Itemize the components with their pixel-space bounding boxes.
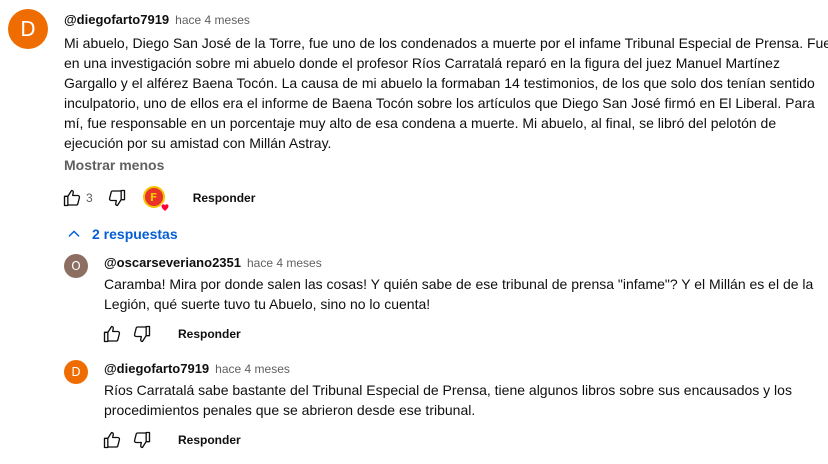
reply-actions: Responder <box>100 428 241 452</box>
reply-header: @diegofarto7919 hace 4 meses <box>104 361 290 376</box>
dislike-button[interactable] <box>130 322 154 346</box>
comment-header: @diegofarto7919 hace 4 meses <box>64 12 250 27</box>
reply-text: Ríos Carratalá sabe bastante del Tribuna… <box>104 380 824 420</box>
avatar[interactable]: D <box>8 9 48 49</box>
author-handle[interactable]: @diegofarto7919 <box>104 361 209 376</box>
reply-line: procedimientos penales que se abrieron d… <box>104 402 476 418</box>
comment-line: Mi abuelo, Diego San José de la Torre, f… <box>64 35 828 51</box>
reply-line: Legión, qué suerte tuvo tu Abuelo, sino … <box>104 296 431 312</box>
thumb-up-icon <box>103 431 121 449</box>
thumb-up-icon <box>63 189 81 207</box>
thumb-down-icon <box>133 431 151 449</box>
like-button[interactable] <box>60 186 84 210</box>
creator-heart: F <box>142 186 170 213</box>
avatar-letter: O <box>71 259 81 273</box>
comment-line: inculpatorio, uno de ellos era el inform… <box>64 95 815 111</box>
reply-line: Ríos Carratalá sabe bastante del Tribuna… <box>104 382 792 398</box>
author-handle[interactable]: @diegofarto7919 <box>64 12 169 27</box>
timestamp[interactable]: hace 4 meses <box>215 362 290 376</box>
like-button[interactable] <box>100 322 124 346</box>
comment-line: ejecución por su amistad con Millán Astr… <box>64 135 332 151</box>
replies-toggle-button[interactable]: 2 respuestas <box>66 226 178 242</box>
avatar-letter: D <box>20 17 36 41</box>
chevron-up-icon <box>68 230 80 237</box>
reply-button[interactable]: Responder <box>178 433 241 447</box>
timestamp[interactable]: hace 4 meses <box>175 13 250 27</box>
thumb-down-icon <box>133 325 151 343</box>
creator-avatar-letter: F <box>149 190 158 204</box>
avatar[interactable]: D <box>64 360 88 384</box>
avatar[interactable]: O <box>64 254 88 278</box>
heart-icon <box>160 203 170 213</box>
reply-actions: Responder <box>100 322 241 346</box>
reply-text: Caramba! Mira por donde salen las cosas!… <box>104 274 824 314</box>
dislike-button[interactable] <box>130 428 154 452</box>
author-handle[interactable]: @oscarseveriano2351 <box>104 255 241 270</box>
like-count: 3 <box>86 191 93 205</box>
avatar-letter: D <box>71 365 81 379</box>
comment-text: Mi abuelo, Diego San José de la Torre, f… <box>64 33 828 153</box>
thumb-up-icon <box>103 325 121 343</box>
comment-line: mí, fue responsable en un porcentaje muy… <box>64 115 777 131</box>
like-button[interactable] <box>100 428 124 452</box>
comment-line: Gargallo y el alférez Baena Tocón. La ca… <box>64 75 815 91</box>
timestamp[interactable]: hace 4 meses <box>247 256 322 270</box>
reply-line: Caramba! Mira por donde salen las cosas!… <box>104 276 814 292</box>
dislike-button[interactable] <box>105 186 129 210</box>
comment-line: en una investigación sobre mi abuelo don… <box>64 55 780 71</box>
reply-button[interactable]: Responder <box>178 327 241 341</box>
reply-button[interactable]: Responder <box>193 191 256 205</box>
reply-header: @oscarseveriano2351 hace 4 meses <box>104 255 322 270</box>
show-less-button[interactable]: Mostrar menos <box>64 157 164 173</box>
thumb-down-icon <box>108 189 125 207</box>
comment-actions: 3 F Responder <box>60 186 256 213</box>
replies-count-label: 2 respuestas <box>92 226 178 242</box>
